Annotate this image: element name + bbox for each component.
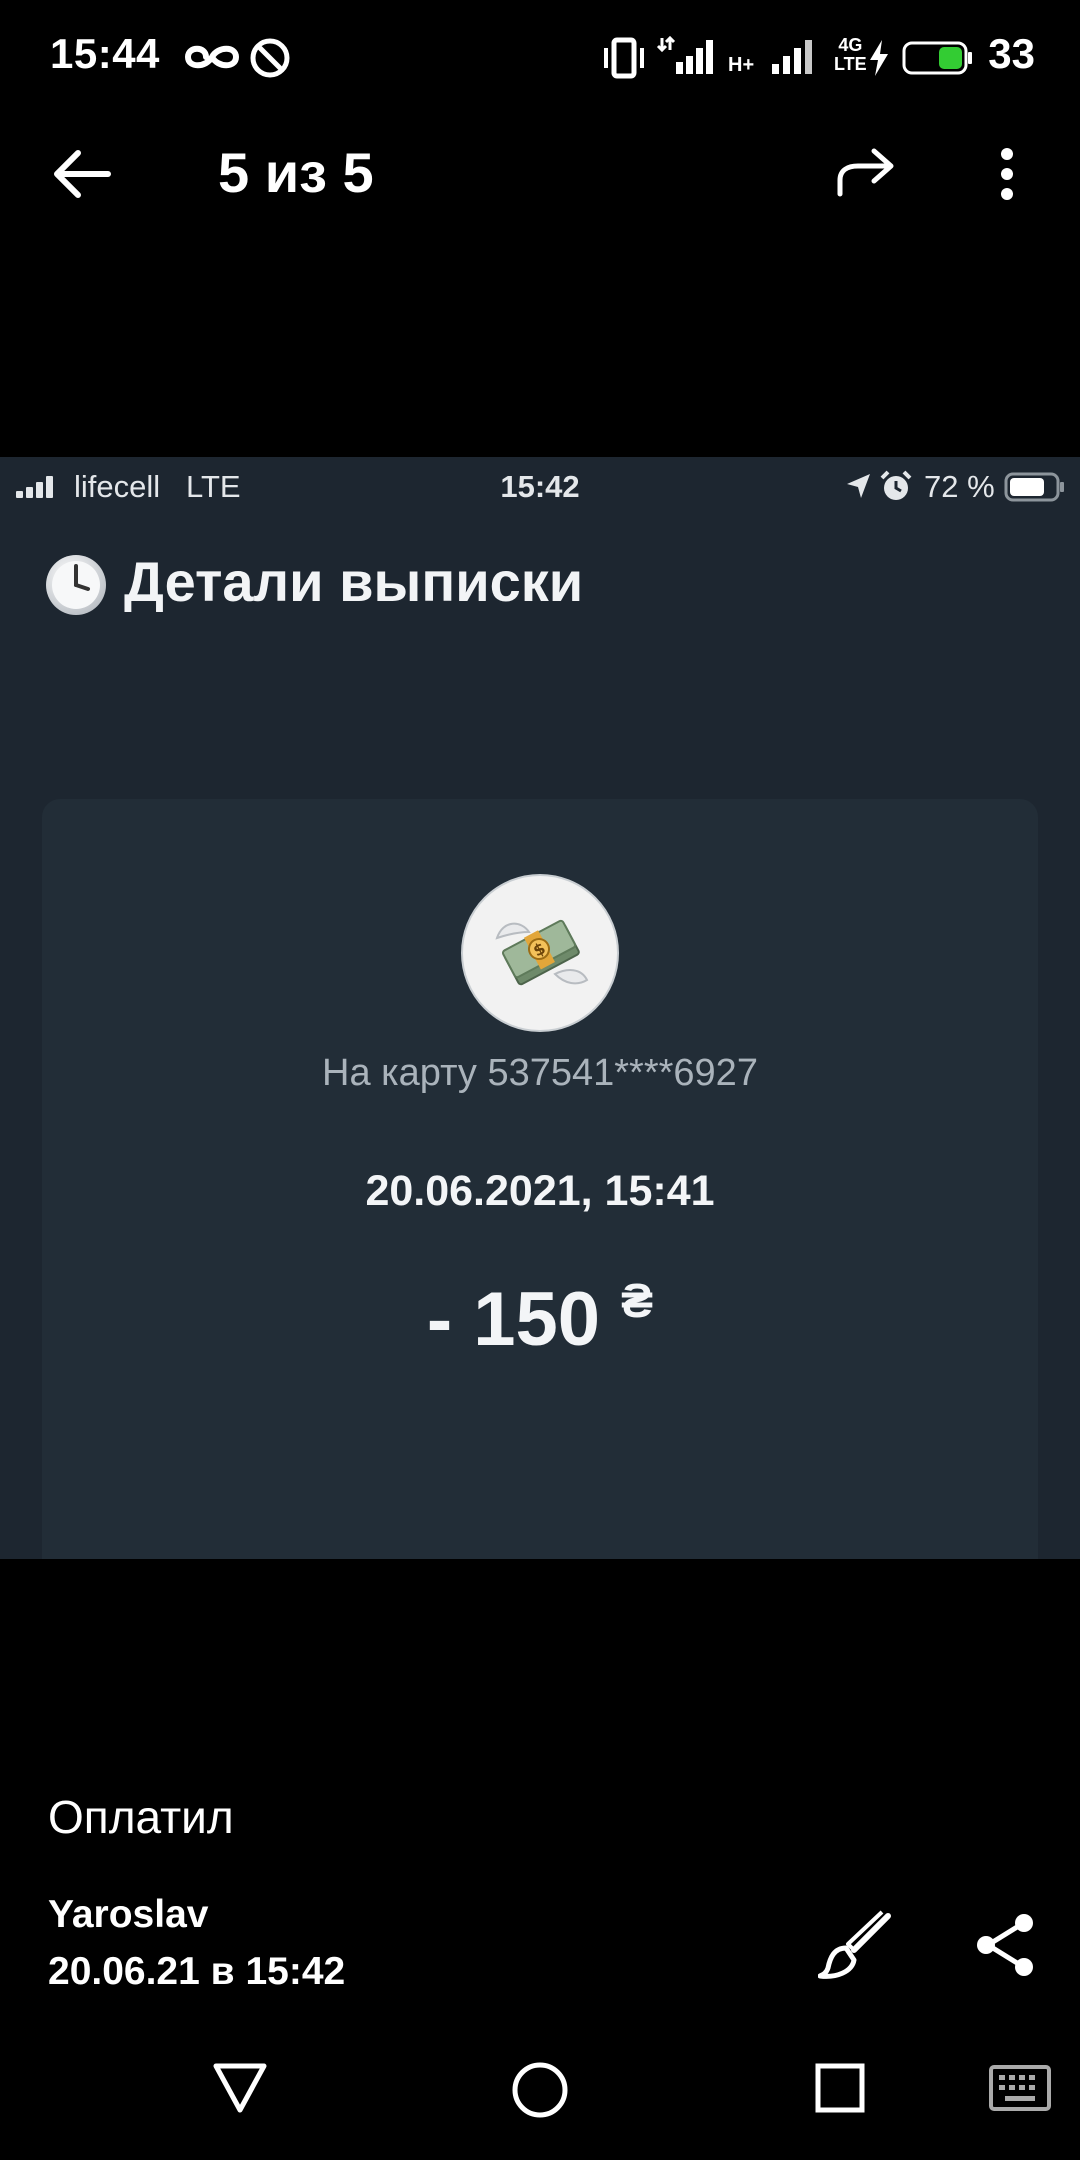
share-icon[interactable]: [974, 1912, 1038, 1978]
forward-icon[interactable]: [834, 148, 896, 198]
network-h-plus-label: H+: [728, 54, 755, 76]
network-4g-lte-label: 4G LTE: [834, 35, 867, 74]
photo-content: lifecell LTE 15:42 72 % Детали выписки $…: [0, 457, 1080, 1559]
do-not-disturb-icon: [250, 38, 290, 78]
status-time: 15:44: [50, 30, 160, 77]
embedded-battery-icon: [1004, 472, 1064, 502]
nav-recents-icon[interactable]: [812, 2060, 868, 2116]
embedded-status-time: 15:42: [500, 469, 580, 504]
nav-home-icon[interactable]: [508, 2058, 572, 2122]
photo-caption: Оплатил: [48, 1791, 234, 1843]
recipient-card-number: На карту 537541****6927: [322, 1052, 758, 1094]
vibrate-icon: [604, 37, 644, 79]
charging-bolt-icon: [870, 40, 888, 76]
sent-timestamp: 20.06.21 в 15:42: [48, 1950, 346, 1993]
edit-brush-icon[interactable]: [818, 1910, 894, 1980]
location-arrow-icon: [847, 474, 870, 498]
embedded-status-bar: lifecell LTE 15:42 72 %: [0, 457, 1080, 517]
more-options-icon[interactable]: [992, 146, 1022, 202]
transaction-card: $ На карту 537541****6927 20.06.2021, 15…: [42, 799, 1038, 1559]
back-arrow-icon[interactable]: [52, 145, 114, 203]
transaction-datetime: 20.06.2021, 15:41: [365, 1167, 715, 1215]
sender-name: Yaroslav: [48, 1893, 209, 1936]
hryvnia-currency-symbol: ₴: [621, 1275, 654, 1328]
image-counter: 5 из 5: [218, 141, 374, 204]
alarm-icon: [880, 470, 912, 500]
money-with-wings-icon: $: [461, 874, 619, 1032]
clock-emoji-icon: [46, 555, 106, 615]
nav-back-icon[interactable]: [210, 2060, 270, 2116]
transaction-amount: - 150 ₴: [426, 1275, 654, 1362]
signal-sim2-icon: [772, 40, 812, 74]
battery-icon: [902, 41, 972, 75]
statement-title: Детали выписки: [124, 550, 584, 613]
battery-percent: 33: [988, 30, 1035, 77]
keyboard-icon[interactable]: [988, 2064, 1052, 2112]
embedded-battery-percent: 72 %: [924, 469, 995, 504]
signal-sim1-icon: [656, 36, 713, 74]
